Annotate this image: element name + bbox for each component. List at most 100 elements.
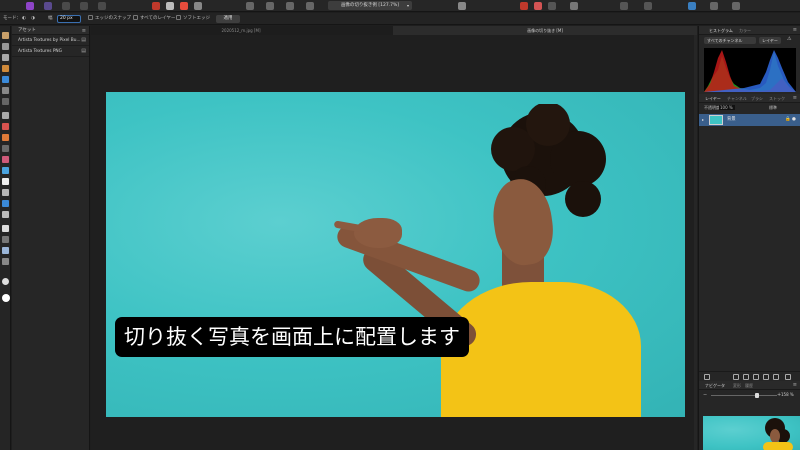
blemish-tool-icon[interactable] [2,189,9,196]
tab-document-1[interactable]: 2020512_m.jpg [M] [91,26,391,35]
tab-color[interactable]: カラー [739,26,751,35]
asset-category[interactable]: Artista Textures PNG ▤ [12,46,89,57]
pen-tool-icon[interactable] [2,225,9,232]
persona-tonemap-icon[interactable] [80,2,88,10]
hand-tool-icon[interactable] [2,32,9,39]
marquee-icon[interactable] [2,98,9,105]
align-icon[interactable] [620,2,628,10]
clone-tool-icon[interactable] [2,178,9,185]
layer-row[interactable]: ▸ 背景 🔒 ● [699,114,800,126]
lock-icon[interactable]: 🔒 [785,114,791,126]
blend-mode-select[interactable]: 標準 [769,103,777,112]
panel-icon[interactable] [710,2,718,10]
settings-icon[interactable] [194,2,202,10]
primary-color-swatch[interactable] [1,294,10,302]
frame-icon[interactable] [458,2,466,10]
move-tool-icon[interactable] [2,43,9,50]
tab-brushes[interactable]: ブラシ [751,94,763,103]
persona-export-icon[interactable] [98,2,106,10]
pixel-tool-icon[interactable] [2,145,9,152]
mode-add-icon[interactable]: ◐ [22,13,26,25]
tab-transform[interactable]: 変形 [733,381,741,390]
assistant-icon[interactable] [266,2,274,10]
text-tool-icon[interactable] [2,247,9,254]
histogram-controls: すべてのチャンネル レイヤー ⚠ [699,35,800,46]
photo-layer[interactable] [106,92,685,417]
group-icon[interactable] [763,374,769,380]
mask-icon[interactable] [534,2,542,10]
mode-label: モード： [3,16,21,21]
layer-button[interactable]: レイヤー [759,37,781,44]
snapping-icon[interactable] [246,2,254,10]
canvas-area[interactable] [91,35,697,450]
delete-layer-icon[interactable] [785,374,791,380]
zoom-slider-handle[interactable] [755,393,759,398]
view-mode-icon[interactable] [306,2,314,10]
mesh-tool-icon[interactable] [2,258,9,265]
comment-icon[interactable] [570,2,578,10]
width-input[interactable]: 20 px [57,15,81,23]
studio-icon[interactable] [688,2,696,10]
tab-channels[interactable]: チャンネル [727,94,747,103]
zoom-slider-track[interactable] [711,395,777,396]
fx-icon[interactable] [753,374,759,380]
erase-brush-icon[interactable] [2,156,9,163]
add-layer-icon[interactable] [773,374,779,380]
soft-edge-checkbox[interactable]: ソフトエッジ [176,13,210,25]
color-picker-icon[interactable] [2,54,9,61]
undo-icon[interactable] [152,2,160,10]
zoom-slider-row: − + 158 % [699,390,800,400]
tab-histogram[interactable]: ヒストグラム [709,26,733,35]
category-menu-icon[interactable]: ▤ [81,35,86,45]
snap-checkbox[interactable]: エッジのスナップ [88,13,131,25]
panel-menu-icon[interactable]: ≡ [793,94,797,103]
visibility-icon[interactable]: ● [792,114,796,126]
gradient-tool-icon[interactable] [2,123,9,130]
transform-icon[interactable] [644,2,652,10]
category-menu-icon[interactable]: ▤ [81,46,86,56]
arrange-icon[interactable] [286,2,294,10]
selection-brush-icon[interactable] [2,76,9,83]
zoom-out-icon[interactable]: − [703,390,707,400]
adjustment-icon[interactable] [743,374,749,380]
channel-select[interactable]: すべてのチャンネル [704,37,756,44]
color-icon[interactable] [180,2,188,10]
panel-menu-icon[interactable]: ≡ [793,381,797,390]
zoom-tool-icon[interactable] [2,278,9,285]
dodge-tool-icon[interactable] [2,167,9,174]
asset-category-label: Artista Textures PNG [18,49,62,54]
blur-tool-icon[interactable] [2,200,9,207]
asset-category[interactable]: Artista Textures by Pixel Bu... ▤ [12,35,89,46]
navigator-preview[interactable] [703,416,800,450]
layer-settings-icon[interactable] [704,374,710,380]
zoom-value[interactable]: 158 % [781,390,794,400]
tab-document-2[interactable]: 画像の切り抜き [M] [393,26,697,35]
soft-edge-label: ソフトエッジ [183,16,210,21]
brush-icon[interactable] [166,2,174,10]
tab-navigator[interactable]: ナビゲータ [705,381,725,390]
apply-button[interactable]: 適用 [216,15,240,23]
account-icon[interactable] [732,2,740,10]
document-title-dropdown[interactable]: 画像の切り抜き例 [127.7%] ▾ [328,1,412,10]
persona-liquify-icon[interactable] [44,2,52,10]
all-layers-checkbox[interactable]: すべてのレイヤー [133,13,175,25]
opacity-input[interactable]: 100 % [719,105,735,110]
crop-tool-icon[interactable] [2,65,9,72]
panel-menu-icon[interactable]: ≡ [793,26,797,35]
paint-brush-icon[interactable] [2,134,9,141]
persona-develop-icon[interactable] [62,2,70,10]
tab-history[interactable]: 履歴 [745,381,753,390]
persona-photo-icon[interactable] [26,2,34,10]
tab-layers[interactable]: レイヤー [705,94,721,103]
flood-select-icon[interactable] [2,87,9,94]
fill-tool-icon[interactable] [2,112,9,119]
mode-subtract-icon[interactable]: ◑ [31,13,35,25]
grid-icon[interactable] [548,2,556,10]
tab-stock[interactable]: ストック [769,94,785,103]
expand-arrow-icon[interactable]: ▸ [702,114,704,126]
mask-layer-icon[interactable] [733,374,739,380]
shape-tool-icon[interactable] [2,236,9,243]
smudge-tool-icon[interactable] [2,211,9,218]
vertical-scrollbar[interactable] [694,35,697,450]
quickmask-icon[interactable] [520,2,528,10]
